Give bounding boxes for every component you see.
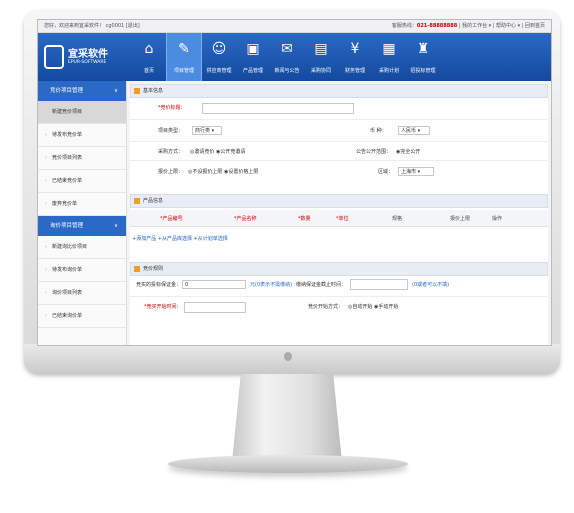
type-label: 项目类型： [158, 128, 184, 134]
nav-bidding[interactable]: ♜ 招投标管理 [406, 33, 440, 81]
nav-home[interactable]: ⌂ 首页 [132, 33, 166, 81]
sidebar-item[interactable]: › 已结束竞价单 [38, 170, 126, 193]
book-icon: ▣ [246, 41, 260, 57]
region-label: 区域： [378, 169, 394, 175]
sidebar-group-bid[interactable]: 竞价项目管理 ∨ [38, 81, 126, 101]
chevron-down-icon: ∨ [113, 88, 118, 94]
logo-mark-icon [44, 45, 64, 69]
sidebar-group-inquiry[interactable]: 询价项目管理 ∨ [38, 216, 126, 236]
header: 宜采软件 EPUR-SOFTWARE ⌂ 首页 ✎ 项目管理 ☺ 供应商管理 ▣ 产品管… [38, 33, 551, 81]
top-links[interactable]: 客服热线：021-88888888 | 我的工作台 ▾ | 帮助中心 ▾ | 回… [392, 20, 545, 32]
nav-plan[interactable]: ▦ 采购计划 [372, 33, 406, 81]
brand-logo[interactable]: 宜采软件 EPUR-SOFTWARE [44, 43, 114, 71]
section-bid-rules: 竞价规则 [130, 262, 548, 276]
deadline-label: 缴纳保证金截止时间： [296, 282, 347, 288]
sidebar-item[interactable]: › 废弃竞价单 [38, 193, 126, 216]
sidebar-item[interactable]: › 已结束询价单 [38, 305, 126, 328]
type-select[interactable]: 商行类 ▾ [192, 126, 222, 135]
excel-icon: ▦ [382, 41, 396, 57]
bid-title-input[interactable] [202, 103, 354, 114]
add-product-links[interactable]: +添加产品 +从产品库选择 +从计划单选择 [132, 235, 228, 242]
publish-label: 公告公开范围： [356, 149, 392, 155]
apple-logo-icon [284, 352, 292, 361]
screen: 您好，欢迎来到宜采软件！ cg0001 [退出] 客服热线：021-888888… [37, 19, 552, 346]
deadline-input[interactable] [350, 279, 408, 290]
section-icon [134, 88, 140, 94]
monitor-chin [24, 344, 560, 374]
top-bar: 您好，欢迎来到宜采软件！ cg0001 [退出] 客服热线：021-888888… [38, 20, 551, 33]
sidebar-item[interactable]: › 待发布竞价单 [38, 124, 126, 147]
nav-news[interactable]: ✉ 新闻与公告 [270, 33, 304, 81]
yen-icon: ¥ [350, 41, 360, 57]
nav-collab[interactable]: ▤ 采购协同 [304, 33, 338, 81]
deposit-label: 竞买的投标保证金： [136, 282, 182, 288]
nav-product[interactable]: ▣ 产品管理 [236, 33, 270, 81]
currency-select[interactable]: 人民币 ▾ [398, 126, 430, 135]
currency-label: 币 种： [370, 128, 387, 134]
sidebar-item-new-bid[interactable]: 新建竞价项目 [38, 101, 126, 124]
method-label: 采购方式： [158, 149, 184, 155]
bid-title-label: *竞价标题： [158, 105, 186, 111]
product-table-header: *产品编号 *产品名称 *数量 *单位 规格 报价上限 操作 [130, 210, 548, 227]
start-mode-label: 竞价开始方式： [308, 304, 344, 310]
nav-finance[interactable]: ¥ 财务管理 [338, 33, 372, 81]
method-radio[interactable]: ◎邀请竞价 ◉公开竞邀请 [190, 148, 245, 155]
section-product-info: 产品信息 [130, 194, 548, 208]
start-mode-radio[interactable]: ◎自动开始 ◉手动开始 [348, 303, 398, 310]
deposit-note: 元(0表示不需缴纳) [250, 282, 293, 288]
gavel-icon: ♜ [416, 41, 430, 57]
start-time-input[interactable] [184, 302, 246, 313]
calendar-icon: ▤ [314, 41, 328, 57]
quote-radio[interactable]: ◎不设报价上限 ◉设置价格上限 [188, 168, 258, 175]
nav-project[interactable]: ✎ 项目管理 [166, 33, 202, 81]
monitor-base [168, 455, 408, 473]
section-basic-info: 基本信息 [130, 84, 548, 98]
megaphone-icon: ✉ [281, 41, 293, 57]
nav-supplier[interactable]: ☺ 供应商管理 [202, 33, 236, 81]
monitor-stand [232, 374, 342, 462]
main-nav: ⌂ 首页 ✎ 项目管理 ☺ 供应商管理 ▣ 产品管理 ✉ 新闻与公告 ▤ 采购协同 ¥ 财务管… [132, 33, 440, 81]
deadline-note: (0或者可以不填) [412, 282, 450, 288]
brand-sub: EPUR-SOFTWARE [68, 60, 107, 65]
user-icon: ☺ [211, 41, 227, 57]
edit-icon: ✎ [178, 41, 190, 57]
publish-radio[interactable]: ◉完全公开 [396, 148, 420, 155]
sidebar-item[interactable]: › 待发布询价单 [38, 259, 126, 282]
quote-label: 报价上限： [158, 169, 184, 175]
deposit-input[interactable]: 0 [182, 280, 246, 289]
region-select[interactable]: 上海市 ▾ [398, 167, 434, 176]
section-icon [134, 266, 140, 272]
welcome-text: 您好，欢迎来到宜采软件！ cg0001 [退出] [44, 23, 140, 29]
chevron-down-icon: ∨ [113, 223, 118, 229]
home-icon: ⌂ [144, 41, 154, 57]
start-time-label: *竞买开始时间： [144, 304, 182, 310]
brand-name: 宜采软件 [68, 49, 108, 60]
sidebar: 竞价项目管理 ∨ 新建竞价项目 › 待发布竞价单 › 竞价项目列表 › 已结束竞价单 ›… [38, 81, 127, 345]
sidebar-item[interactable]: › 新建询比价项目 [38, 236, 126, 259]
main-content: 基本信息 *竞价标题： 项目类型： 商行类 ▾ 币 种： 人民币 ▾ 采购方式：… [130, 84, 548, 345]
sidebar-item[interactable]: › 询价项目列表 [38, 282, 126, 305]
section-icon [134, 198, 140, 204]
sidebar-item[interactable]: › 竞价项目列表 [38, 147, 126, 170]
